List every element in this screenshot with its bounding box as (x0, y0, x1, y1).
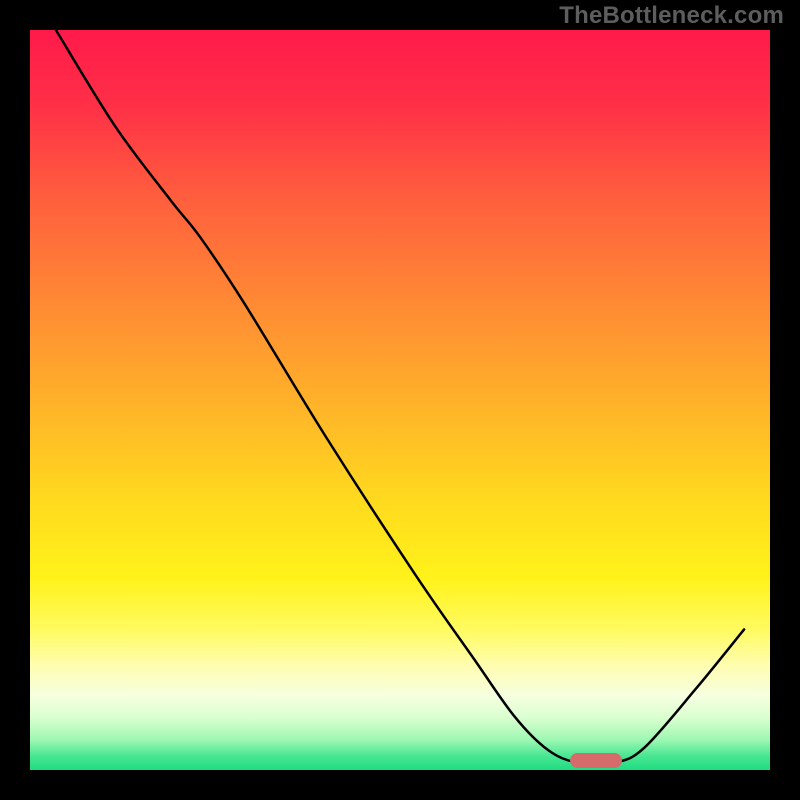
bottleneck-curve (30, 30, 770, 770)
chart-frame: TheBottleneck.com (0, 0, 800, 800)
optimal-point-marker (570, 753, 622, 768)
plot-area (30, 30, 770, 770)
watermark-text: TheBottleneck.com (559, 2, 784, 30)
